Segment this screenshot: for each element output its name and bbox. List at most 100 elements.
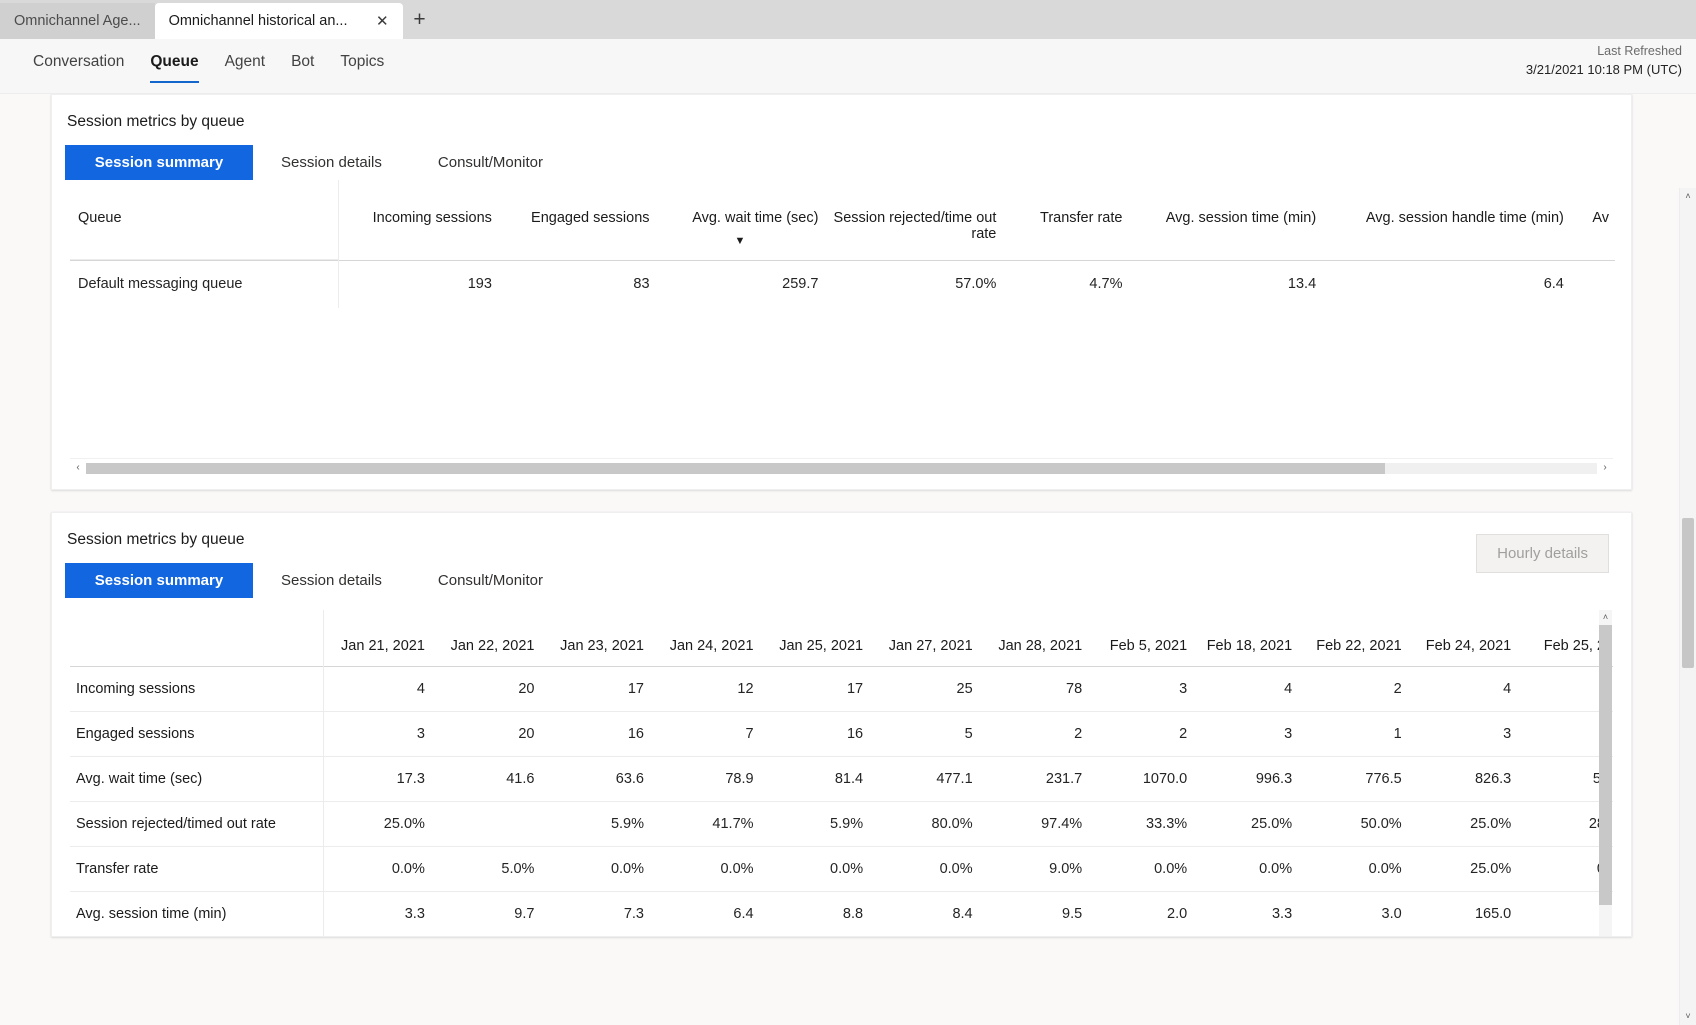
cell: 3 [1284, 725, 1293, 742]
table-row[interactable]: Default messaging queue 193 83 259.7 57.… [70, 260, 1615, 308]
sort-descending-icon[interactable]: ▼ [662, 236, 819, 247]
page-vertical-scrollbar[interactable]: ˄ ˅ [1679, 188, 1696, 1025]
table-row[interactable]: Avg. session time (min) 3.3 9.7 7.3 6.4 … [70, 891, 1613, 936]
scrollbar-thumb[interactable] [1682, 518, 1694, 668]
card1-pivot-session-details[interactable]: Session details [253, 145, 410, 180]
row-label-transfer-rate: Transfer rate [70, 846, 324, 891]
nav-tab-topics[interactable]: Topics [327, 49, 397, 83]
card2-pivot-session-summary-label: Session summary [94, 572, 224, 589]
col-header-transfer-rate[interactable]: Transfer rate [1002, 180, 1128, 260]
table-row[interactable]: Avg. wait time (sec) 17.3 41.6 63.6 78.9… [70, 756, 1613, 801]
col-header-engaged-sessions[interactable]: Engaged sessions [498, 180, 656, 260]
cell: 78 [1066, 680, 1083, 697]
cell: 165.0 [1474, 905, 1512, 922]
cell-avg-wait-time: 259.7 [782, 276, 819, 293]
browser-tab-1-label: Omnichannel Age... [14, 13, 141, 29]
cell: 78.9 [725, 770, 754, 787]
card1-pivot-session-summary[interactable]: Session summary [65, 145, 253, 180]
col-header-truncated-label: Av [1592, 210, 1609, 226]
nav-tab-queue[interactable]: Queue [137, 49, 211, 83]
col-header-date-7[interactable]: Feb 5, 2021 [1090, 610, 1195, 666]
col-header-incoming-sessions[interactable]: Incoming sessions [338, 180, 498, 260]
cell: 41.6 [506, 770, 535, 787]
card1-pivot-consult-monitor[interactable]: Consult/Monitor [410, 145, 571, 180]
row-label-session-rejected-rate: Session rejected/timed out rate [70, 801, 324, 846]
hourly-details-button[interactable]: Hourly details [1476, 534, 1609, 573]
nav-tab-topics-label: Topics [340, 53, 385, 70]
col-header-transfer-rate-label: Transfer rate [1040, 210, 1123, 226]
nav-tab-bot[interactable]: Bot [278, 49, 327, 83]
card2-pivot-consult-monitor[interactable]: Consult/Monitor [410, 563, 571, 598]
card1-horizontal-scrollbar[interactable]: ‹ › [70, 458, 1613, 475]
card2-pivot-session-summary[interactable]: Session summary [65, 563, 253, 598]
card2-vertical-scrollbar[interactable]: ˄ [1599, 610, 1612, 936]
app-header: Conversation Queue Agent Bot Topics Last… [0, 39, 1696, 94]
row-label-engaged-sessions: Engaged sessions [70, 711, 324, 756]
col-header-date-4[interactable]: Jan 25, 2021 [762, 610, 872, 666]
col-header-avg-wait-time[interactable]: Avg. wait time (sec) ▼ [656, 180, 825, 260]
col-header-date-3[interactable]: Jan 24, 2021 [652, 610, 762, 666]
cell: 20 [518, 725, 535, 742]
scroll-right-icon[interactable]: › [1597, 463, 1613, 473]
scroll-left-icon[interactable]: ‹ [70, 463, 86, 473]
nav-tab-agent[interactable]: Agent [212, 49, 279, 83]
col-header-date-6[interactable]: Jan 28, 2021 [981, 610, 1091, 666]
cell: 63.6 [615, 770, 644, 787]
scrollbar-track[interactable] [86, 462, 1597, 474]
browser-tab-2-label: Omnichannel historical an... [168, 13, 348, 29]
cell: 2 [1393, 680, 1402, 697]
card2-header: Session metrics by queue Hourly details [52, 513, 1631, 573]
cell: 81.4 [834, 770, 864, 787]
cell: 776.5 [1365, 770, 1402, 787]
col-header-date-0[interactable]: Jan 21, 2021 [323, 610, 433, 666]
cell-queue-name: Default messaging queue [70, 260, 339, 308]
scroll-up-icon[interactable]: ˄ [1603, 610, 1608, 624]
browser-tab-2[interactable]: Omnichannel historical an... ✕ [154, 3, 403, 39]
col-header-date-5[interactable]: Jan 27, 2021 [871, 610, 981, 666]
nav-tab-agent-label: Agent [224, 53, 266, 70]
cell: 231.7 [1045, 770, 1083, 787]
daily-metrics-table: Jan 21, 2021 Jan 22, 2021 Jan 23, 2021 J… [70, 610, 1613, 936]
cell: 5.9% [830, 815, 864, 832]
col-header-session-rejected-rate[interactable]: Session rejected/time out rate [824, 180, 1002, 260]
row-label-incoming-sessions: Incoming sessions [70, 666, 324, 711]
col-header-date-8[interactable]: Feb 18, 2021 [1195, 610, 1300, 666]
cell-avg-session-time: 13.4 [1287, 276, 1317, 293]
scroll-down-icon[interactable]: ˅ [1680, 1008, 1696, 1025]
nav-tab-conversation[interactable]: Conversation [20, 49, 137, 83]
browser-tab-1[interactable]: Omnichannel Age... [0, 3, 155, 39]
col-header-date-2[interactable]: Jan 23, 2021 [542, 610, 652, 666]
table-row[interactable]: Engaged sessions 3 20 16 7 16 5 2 2 3 1 … [70, 711, 1613, 756]
col-header-queue[interactable]: Queue [70, 180, 339, 260]
cell: 826.3 [1474, 770, 1512, 787]
cell: 25 [956, 680, 973, 697]
cell-avg-session-handle-time: 6.4 [1543, 276, 1564, 293]
cell: 8.4 [952, 905, 973, 922]
cell: 17 [846, 680, 864, 697]
cell: 6.4 [733, 905, 754, 922]
col-header-date-10[interactable]: Feb 24, 2021 [1410, 610, 1520, 666]
cell-engaged-sessions: 83 [633, 276, 650, 293]
close-icon[interactable]: ✕ [354, 14, 389, 29]
card2-pivot-session-details[interactable]: Session details [253, 563, 410, 598]
col-header-date-9[interactable]: Feb 22, 2021 [1300, 610, 1410, 666]
plus-icon[interactable]: + [403, 3, 437, 37]
col-header-avg-session-handle-time[interactable]: Avg. session handle time (min) [1322, 180, 1570, 260]
col-header-avg-session-handle-time-label: Avg. session handle time (min) [1365, 210, 1564, 226]
col-header-date-1[interactable]: Jan 22, 2021 [433, 610, 543, 666]
table-row[interactable]: Session rejected/timed out rate 25.0% 5.… [70, 801, 1613, 846]
col-header-truncated[interactable]: Av [1570, 180, 1615, 260]
scrollbar-thumb[interactable] [1599, 625, 1612, 905]
cell: 16 [627, 725, 644, 742]
table-header-row: Queue Incoming sessions Engaged sessions… [70, 180, 1615, 260]
table-row[interactable]: Incoming sessions 4 20 17 12 17 25 78 3 … [70, 666, 1613, 711]
col-header-avg-session-time[interactable]: Avg. session time (min) [1128, 180, 1322, 260]
last-refreshed-value: 3/21/2021 10:18 PM (UTC) [1525, 61, 1682, 77]
scroll-up-icon[interactable]: ˄ [1680, 188, 1696, 205]
table-row[interactable]: Transfer rate 0.0% 5.0% 0.0% 0.0% 0.0% 0… [70, 846, 1613, 891]
card2-title: Session metrics by queue [67, 531, 245, 548]
col-header-incoming-sessions-label: Incoming sessions [372, 210, 492, 226]
scrollbar-thumb[interactable] [86, 462, 1386, 474]
cell-transfer-rate: 4.7% [1089, 276, 1123, 293]
cell: 0.0% [939, 860, 973, 877]
